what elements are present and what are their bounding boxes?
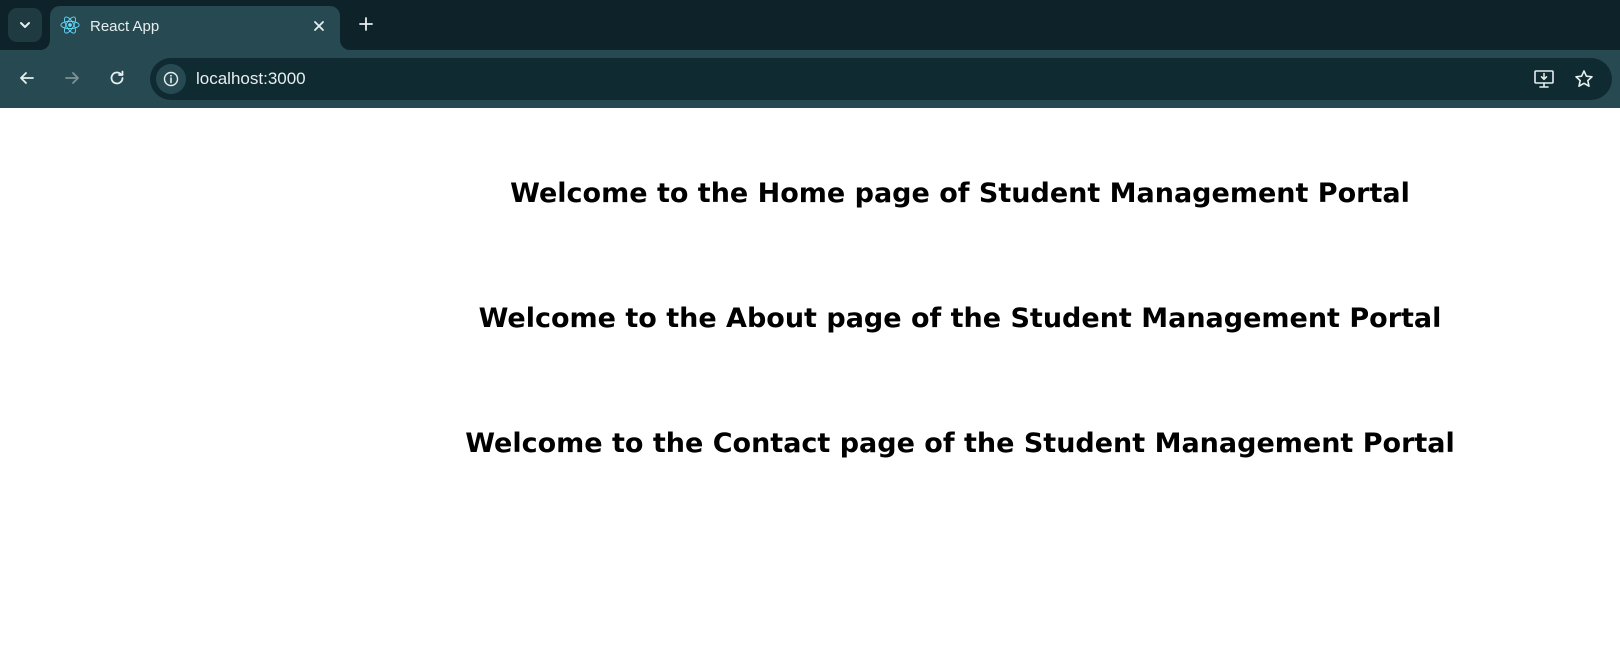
- browser-toolbar: localhost:3000: [0, 50, 1620, 108]
- tab-search-button[interactable]: [8, 8, 42, 42]
- install-app-icon: [1533, 69, 1555, 89]
- site-info-button[interactable]: [156, 64, 186, 94]
- contact-heading: Welcome to the Contact page of the Stude…: [465, 428, 1455, 459]
- reload-icon: [108, 69, 126, 87]
- close-tab-button[interactable]: [308, 15, 330, 37]
- tab-strip: React App: [0, 0, 1620, 50]
- react-logo-icon: [60, 15, 80, 35]
- forward-arrow-icon: [63, 69, 81, 87]
- back-arrow-icon: [18, 69, 36, 87]
- new-tab-button[interactable]: [352, 10, 380, 38]
- reload-button[interactable]: [101, 62, 133, 94]
- tab-title: React App: [90, 18, 160, 35]
- star-icon: [1574, 69, 1594, 89]
- url-text[interactable]: localhost:3000: [196, 69, 306, 89]
- address-bar[interactable]: localhost:3000: [150, 58, 1612, 100]
- page-content: Welcome to the Home page of Student Mana…: [0, 108, 1620, 646]
- forward-button[interactable]: [56, 62, 88, 94]
- bookmark-button[interactable]: [1568, 63, 1600, 95]
- home-heading: Welcome to the Home page of Student Mana…: [510, 178, 1410, 209]
- back-button[interactable]: [11, 62, 43, 94]
- install-app-button[interactable]: [1528, 63, 1560, 95]
- chevron-down-icon: [18, 18, 32, 32]
- plus-icon: [358, 16, 374, 32]
- browser-window: React App localhost:3000 Welcome to the …: [0, 0, 1620, 646]
- close-icon: [313, 20, 325, 32]
- about-heading: Welcome to the About page of the Student…: [478, 303, 1442, 334]
- tab-react-app[interactable]: React App: [50, 6, 340, 50]
- info-icon: [163, 71, 179, 87]
